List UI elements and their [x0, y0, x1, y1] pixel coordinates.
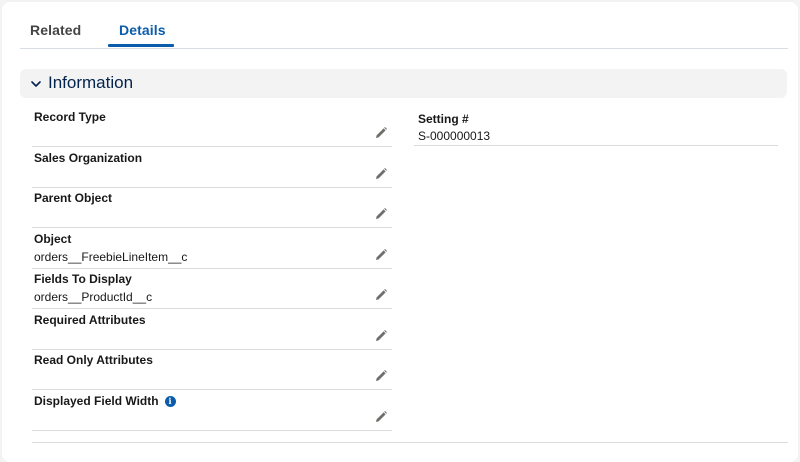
field-label: Record Type: [34, 110, 106, 124]
tab-bar: Related Details: [20, 2, 788, 49]
section-title: Information: [48, 73, 134, 92]
field-read-only-attributes: Read Only Attributes: [32, 349, 392, 390]
field-label: Fields To Display: [34, 272, 132, 286]
field-required-attributes: Required Attributes: [32, 309, 392, 350]
edit-required-attributes-pencil-icon[interactable]: [374, 329, 388, 343]
field-setting-number: Setting # S-000000013: [414, 108, 778, 146]
field-label: Object: [34, 232, 72, 246]
edit-object-pencil-icon[interactable]: [374, 248, 388, 262]
tab-details[interactable]: Details: [119, 22, 166, 38]
field-label: Displayed Field Width i: [34, 394, 176, 408]
field-object: Object orders__FreebieLineItem__c: [32, 228, 392, 269]
edit-fields-to-display-pencil-icon[interactable]: [374, 288, 388, 302]
edit-sales-organization-pencil-icon[interactable]: [374, 167, 388, 181]
active-tab-indicator: [108, 44, 174, 47]
field-label: Setting #: [418, 112, 469, 126]
edit-displayed-field-width-pencil-icon[interactable]: [374, 410, 388, 424]
field-record-type: Record Type: [32, 106, 392, 147]
field-sales-organization: Sales Organization: [32, 147, 392, 188]
section-header-information[interactable]: Information: [20, 69, 787, 98]
info-icon[interactable]: i: [164, 396, 176, 407]
field-value: S-000000013: [418, 129, 491, 143]
field-label: Read Only Attributes: [34, 353, 153, 367]
edit-read-only-attributes-pencil-icon[interactable]: [374, 369, 388, 383]
field-label: Sales Organization: [34, 151, 143, 165]
field-fields-to-display: Fields To Display orders__ProductId__c: [32, 268, 392, 309]
field-parent-object: Parent Object: [32, 187, 392, 228]
field-value: orders__ProductId__c: [34, 290, 153, 304]
chevron-down-icon: [31, 81, 41, 87]
field-value: orders__FreebieLineItem__c: [34, 250, 188, 264]
field-label: Parent Object: [34, 191, 113, 205]
field-label: Required Attributes: [34, 313, 146, 327]
edit-parent-object-pencil-icon[interactable]: [374, 207, 388, 221]
field-displayed-field-width: Displayed Field Width i: [32, 390, 392, 431]
tab-related[interactable]: Related: [30, 22, 81, 38]
record-detail-card: Related Details Information Record Type …: [2, 2, 798, 462]
section-divider: [32, 442, 788, 443]
field-label-text: Displayed Field Width: [34, 394, 159, 408]
edit-record-type-pencil-icon[interactable]: [374, 126, 388, 140]
